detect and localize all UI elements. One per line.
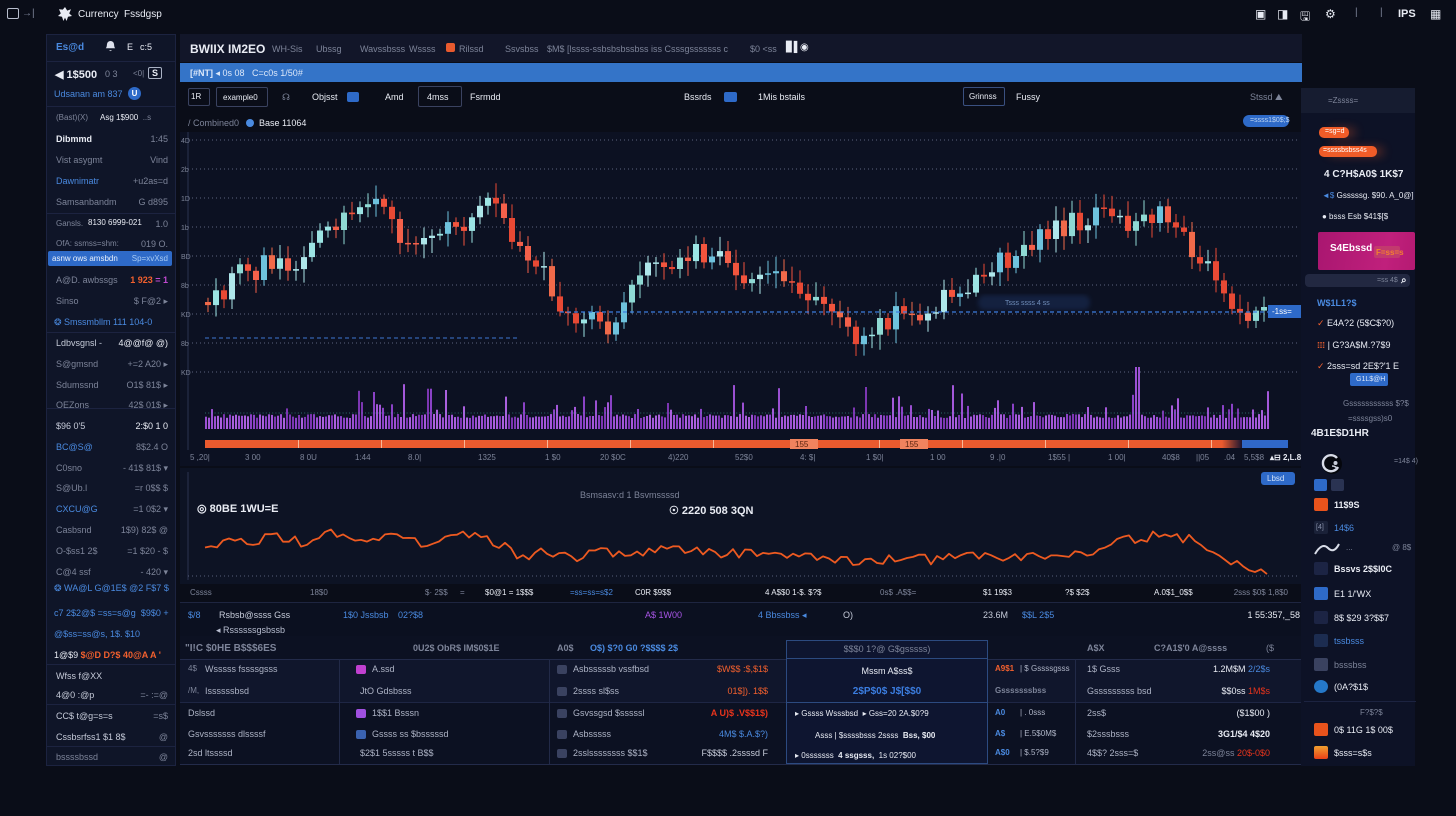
svg-text:1b: 1b: [181, 225, 189, 232]
svg-text:2b: 2b: [181, 167, 189, 174]
svg-text:-1ss=: -1ss=: [1272, 307, 1292, 316]
svg-text:Tsss ssss 4 ss: Tsss ssss 4 ss: [1005, 300, 1050, 307]
svg-text:BD: BD: [181, 254, 191, 261]
svg-text:KD: KD: [181, 370, 191, 377]
svg-text:155: 155: [795, 440, 809, 449]
svg-text:1D: 1D: [181, 196, 190, 203]
svg-text:KD: KD: [181, 312, 191, 319]
svg-text:8b: 8b: [181, 341, 189, 348]
svg-text:4D: 4D: [181, 138, 190, 145]
svg-text:8b: 8b: [181, 283, 189, 290]
svg-text:155: 155: [905, 440, 919, 449]
